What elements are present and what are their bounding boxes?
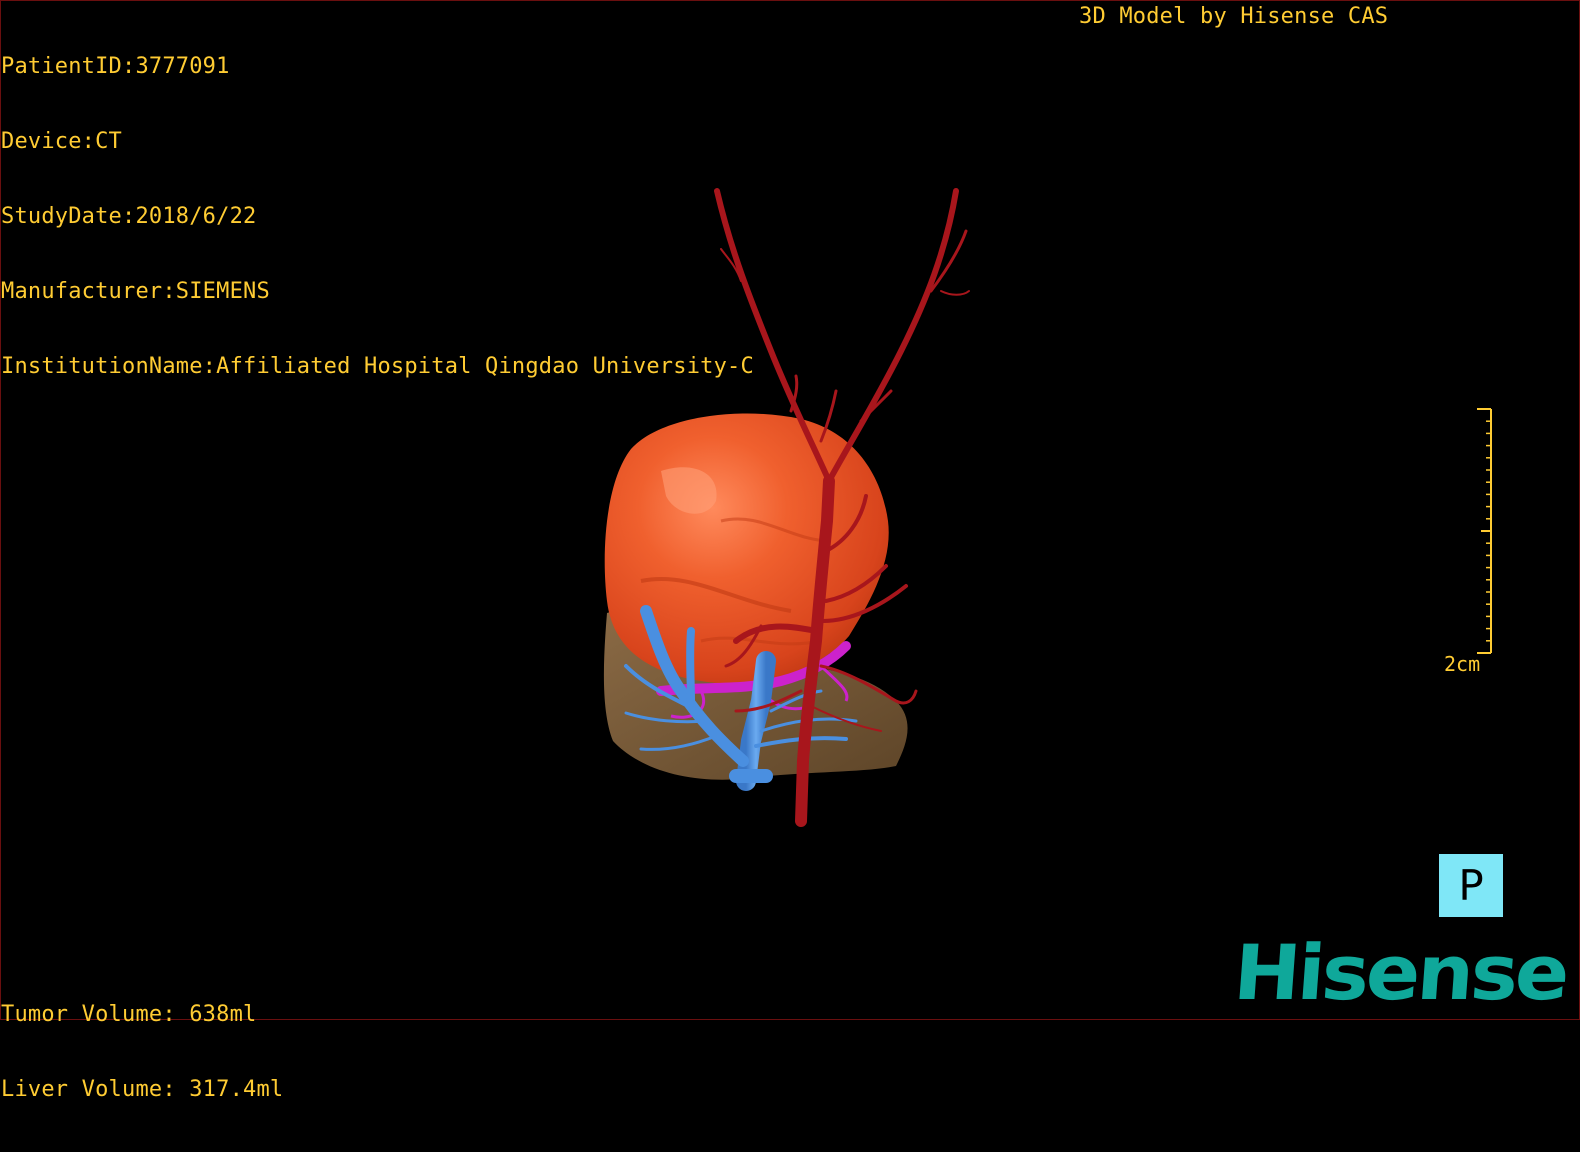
- volume-panel: Tumor Volume: 638ml Liver Volume: 317.4m…: [1, 952, 283, 1152]
- patient-id-text: PatientID:3777091: [1, 54, 230, 79]
- institution-text: InstitutionName:Affiliated Hospital Qing…: [1, 354, 754, 379]
- manufacturer-text: Manufacturer:SIEMENS: [1, 279, 270, 304]
- patient-info-panel: PatientID:3777091 Device:CT StudyDate:20…: [1, 4, 754, 429]
- 3d-viewport[interactable]: PatientID:3777091 Device:CT StudyDate:20…: [0, 0, 1580, 1102]
- device-text: Device:CT: [1, 129, 123, 154]
- tumor-volume-text: Tumor Volume: 638ml: [1, 1002, 257, 1027]
- scale-label: 2cm: [1444, 652, 1481, 676]
- liver-volume-text: Liver Volume: 317.4ml: [1, 1077, 284, 1102]
- study-date-text: StudyDate:2018/6/22: [1, 204, 257, 229]
- scale-bar: [1477, 408, 1492, 654]
- model-credit-text: 3D Model by Hisense CAS: [1079, 4, 1389, 29]
- orientation-button-posterior[interactable]: P: [1439, 854, 1503, 917]
- hisense-logo: Hisense: [1230, 928, 1570, 1017]
